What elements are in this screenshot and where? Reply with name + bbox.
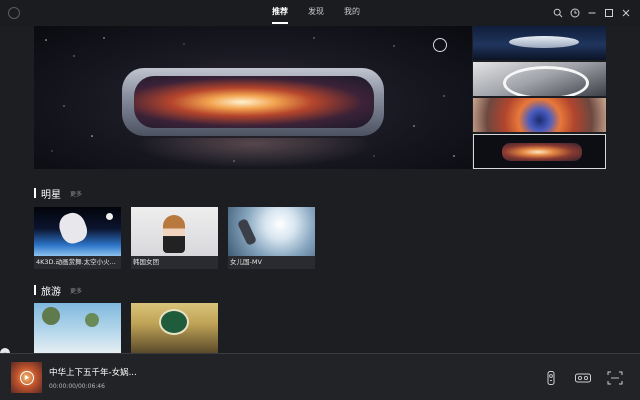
palm-tree-figure (42, 307, 60, 325)
hero-thumbnail-3[interactable] (473, 98, 606, 132)
hero-thumbnail-2[interactable] (473, 62, 606, 96)
video-card[interactable]: 韩国女团 (131, 207, 218, 270)
galaxy-reflection (134, 138, 374, 168)
hero-thumbnail-4-selected[interactable] (473, 134, 606, 169)
now-playing-title: 中华上下五千年-女娲... (49, 368, 137, 378)
video-caption: 韩国女团 (131, 256, 218, 269)
galaxy-image (134, 76, 374, 128)
now-playing-time: 00:00:00/00:06:46 (49, 383, 105, 390)
section-header-stars: 明星 更多 (34, 186, 82, 201)
video-card[interactable]: 4K3D.动画赏舞.太空小火... (34, 207, 121, 270)
brand-logo (426, 38, 454, 52)
section-header-travel: 旅游 更多 (34, 283, 82, 298)
video-thumbnail (228, 207, 315, 256)
tab-discover[interactable]: 发现 (298, 0, 334, 26)
astronaut-figure (55, 209, 91, 247)
play-button[interactable] (19, 370, 34, 385)
main-tabs: 推荐 发现 我的 (262, 0, 370, 26)
maximize-icon[interactable] (601, 5, 617, 21)
clock-icon[interactable] (567, 5, 583, 21)
section-marker (34, 188, 36, 198)
hero-banner[interactable] (34, 26, 472, 169)
play-icon (24, 374, 30, 381)
tab-recommend[interactable]: 推荐 (262, 0, 298, 26)
video-card[interactable]: 女儿国-MV (228, 207, 315, 270)
fullscreen-icon[interactable] (606, 370, 624, 386)
more-link[interactable]: 更多 (70, 189, 82, 198)
remote-control-icon[interactable] (542, 370, 560, 386)
section-title: 旅游 (41, 286, 61, 298)
search-icon[interactable] (550, 5, 566, 21)
video-thumbnail (34, 207, 121, 256)
hero-thumbnail-1[interactable] (473, 26, 606, 60)
video-thumbnail (131, 207, 218, 256)
vr-headset-icon[interactable] (574, 370, 592, 386)
video-caption: 女儿国-MV (228, 256, 315, 269)
brand-logo-icon (433, 38, 447, 52)
close-icon[interactable] (618, 5, 634, 21)
more-link[interactable]: 更多 (70, 286, 82, 295)
title-bar: 推荐 发现 我的 (0, 0, 640, 26)
palm-tree-figure (85, 313, 99, 327)
sign-board-figure (159, 309, 189, 335)
player-actions (528, 370, 624, 386)
hero-thumbnails (473, 26, 606, 169)
performer-figure (163, 215, 185, 253)
section-title: 明星 (41, 189, 61, 201)
video-thumbnail (34, 303, 121, 353)
section-marker (34, 285, 36, 295)
minimize-icon[interactable] (584, 5, 600, 21)
player-bar: 中华上下五千年-女娲... 00:00:00/00:06:46 (0, 353, 640, 400)
moon-figure (106, 213, 113, 220)
performer-figure (236, 218, 258, 246)
video-caption: 4K3D.动画赏舞.太空小火... (34, 256, 121, 269)
video-thumbnail (131, 303, 218, 353)
app-logo-icon[interactable] (8, 7, 20, 19)
now-playing-cover[interactable] (11, 362, 42, 393)
tab-mine[interactable]: 我的 (334, 0, 370, 26)
window-controls (549, 0, 634, 26)
